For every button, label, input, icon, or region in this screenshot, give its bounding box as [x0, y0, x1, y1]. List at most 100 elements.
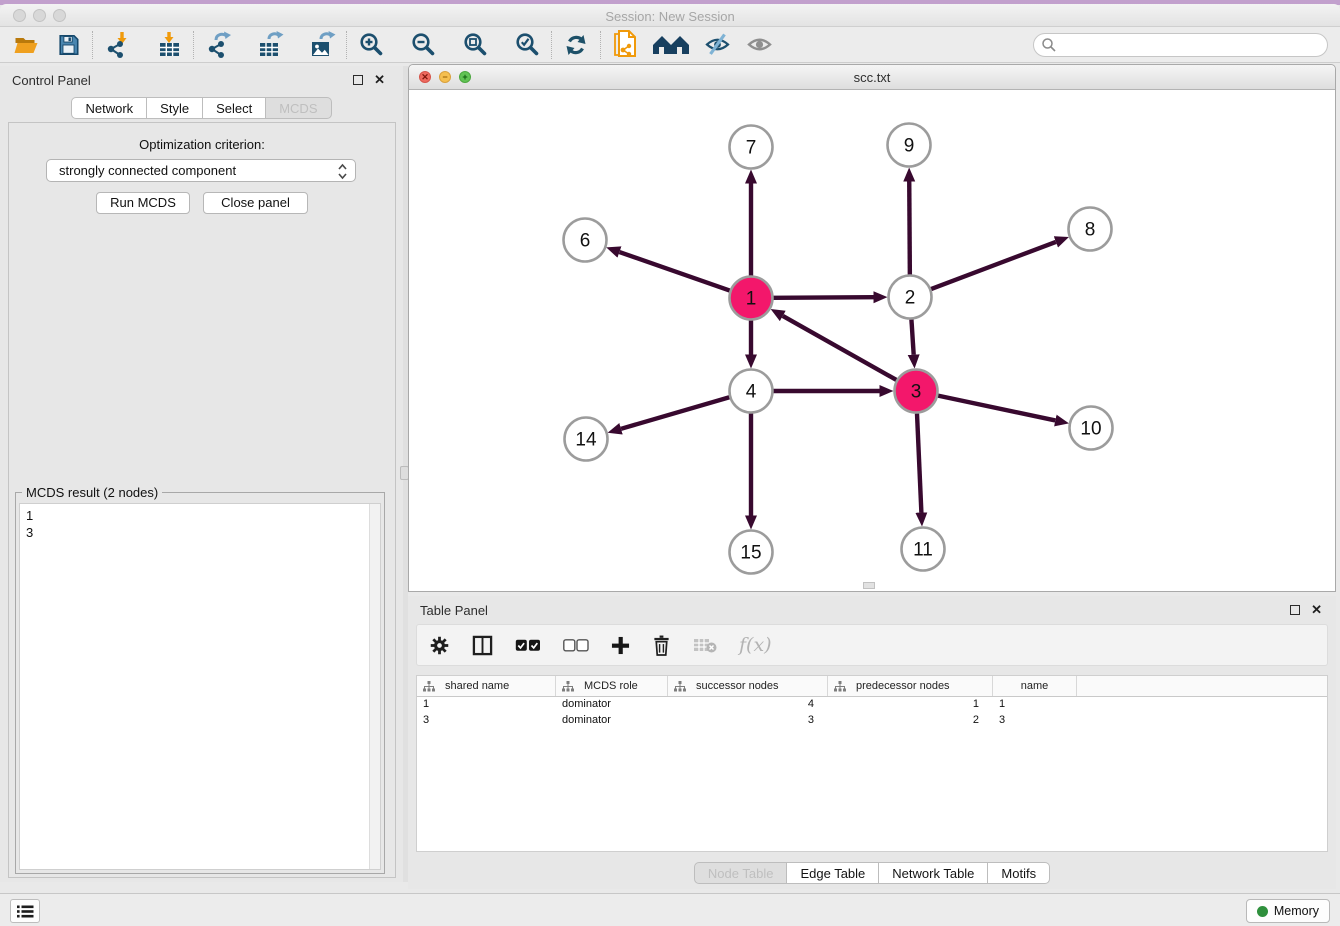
table-body: 1dominator4113dominator323 [417, 697, 1327, 729]
table-panel: Table Panel [408, 596, 1336, 889]
zoom-selected-icon[interactable] [511, 30, 543, 60]
table-panel-title: Table Panel [420, 603, 488, 618]
graph-edge-3-11[interactable] [917, 413, 921, 512]
tab-select[interactable]: Select [203, 97, 266, 119]
tab-motifs[interactable]: Motifs [988, 862, 1050, 884]
export-network-icon[interactable] [202, 30, 234, 60]
hide-eye-icon[interactable] [701, 30, 733, 60]
mcds-result-textarea[interactable]: 1 3 [19, 503, 381, 870]
task-history-button[interactable] [10, 899, 40, 923]
document-network-icon[interactable] [609, 30, 641, 60]
save-session-button[interactable] [52, 30, 84, 60]
export-image-icon[interactable] [306, 30, 338, 60]
memory-button[interactable]: Memory [1246, 899, 1330, 923]
criterion-dropdown[interactable]: strongly connected component [46, 159, 356, 182]
graph-node-label: 9 [904, 136, 915, 157]
column-header-label: shared name [445, 680, 509, 692]
dropdown-stepper-icon [337, 163, 348, 186]
graph-node-label: 2 [905, 288, 916, 309]
close-panel-icon[interactable] [374, 72, 385, 88]
network-window: scc.txt 7968124314101511 [408, 64, 1336, 592]
tab-network-table[interactable]: Network Table [879, 862, 988, 884]
table-cell[interactable]: 1 [828, 697, 993, 713]
control-panel-tabs: Network Style Select MCDS [0, 97, 403, 119]
graph-node-label: 4 [746, 382, 757, 403]
toolbar-separator [551, 31, 552, 59]
zoom-fit-icon[interactable] [459, 30, 491, 60]
table-cell[interactable]: 1 [417, 697, 556, 713]
table-cell[interactable]: 1 [993, 697, 1077, 713]
graph-node-label: 6 [580, 231, 591, 252]
column-header-label: MCDS role [584, 680, 638, 692]
network-title: scc.txt [409, 70, 1335, 85]
close-panel-button[interactable]: Close panel [203, 192, 308, 214]
column-header-successor-nodes[interactable]: successor nodes [668, 676, 828, 696]
control-panel: Control Panel Network Style Select MCDS … [0, 66, 403, 882]
graph-edge-4-14[interactable] [621, 397, 729, 429]
float-panel-icon[interactable] [353, 75, 363, 85]
optimization-criterion-label: Optimization criterion: [9, 137, 395, 152]
graph-edge-2-3[interactable] [911, 319, 913, 354]
graph-node-label: 1 [746, 289, 757, 310]
graph-edge-3-10[interactable] [938, 396, 1055, 421]
export-table-icon[interactable] [254, 30, 286, 60]
show-eye-icon[interactable] [743, 30, 775, 60]
add-column-icon[interactable] [611, 636, 630, 655]
network-canvas[interactable]: 7968124314101511 [409, 90, 1335, 591]
network-graph[interactable]: 7968124314101511 [409, 90, 1335, 591]
table-cell[interactable]: 3 [417, 713, 556, 729]
column-header-MCDS-role[interactable]: MCDS role [556, 676, 668, 696]
graph-node-label: 15 [740, 543, 761, 564]
table-cell[interactable]: 2 [828, 713, 993, 729]
graph-edge-2-9[interactable] [909, 181, 910, 274]
table-cell[interactable]: 3 [993, 713, 1077, 729]
table-cell[interactable]: dominator [556, 713, 668, 729]
delete-table-icon-disabled [693, 637, 717, 653]
function-builder-icon-disabled: f(x) [739, 634, 772, 656]
graph-node-label: 3 [911, 382, 922, 403]
graph-edge-1-2[interactable] [773, 297, 873, 298]
column-header-label: name [1021, 680, 1049, 692]
tab-style[interactable]: Style [147, 97, 203, 119]
graph-edge-3-1[interactable] [783, 316, 897, 380]
tab-node-table[interactable]: Node Table [694, 862, 788, 884]
delete-column-icon[interactable] [652, 635, 671, 656]
float-panel-icon[interactable] [1290, 605, 1300, 615]
import-network-icon[interactable] [101, 30, 133, 60]
run-mcds-button[interactable]: Run MCDS [96, 192, 190, 214]
table-cell[interactable]: dominator [556, 697, 668, 713]
refresh-icon[interactable] [560, 30, 592, 60]
tab-mcds[interactable]: MCDS [266, 97, 331, 119]
tab-network[interactable]: Network [71, 97, 147, 119]
homes-icon[interactable] [651, 30, 691, 60]
scrollbar-track[interactable] [369, 504, 380, 869]
table-row[interactable]: 3dominator323 [417, 713, 1327, 729]
graph-edge-2-8[interactable] [931, 242, 1056, 289]
import-table-icon[interactable] [153, 30, 185, 60]
table-cell[interactable]: 3 [668, 713, 828, 729]
open-session-button[interactable] [10, 30, 42, 60]
column-view-icon[interactable] [472, 635, 493, 656]
table-row[interactable]: 1dominator411 [417, 697, 1327, 713]
memory-status-icon [1257, 906, 1268, 917]
graph-node-label: 11 [913, 540, 933, 561]
search-input[interactable] [1033, 33, 1328, 57]
table-cell[interactable]: 4 [668, 697, 828, 713]
titlebar: Session: New Session [0, 4, 1340, 27]
column-header-predecessor-nodes[interactable]: predecessor nodes [828, 676, 993, 696]
main-toolbar [0, 27, 1340, 63]
splitter-handle[interactable] [863, 582, 875, 589]
select-all-columns-icon[interactable] [515, 639, 541, 652]
zoom-in-icon[interactable] [355, 30, 387, 60]
close-panel-icon[interactable] [1311, 602, 1322, 618]
table-settings-gear-icon[interactable] [429, 635, 450, 656]
network-window-titlebar[interactable]: scc.txt [409, 65, 1335, 90]
zoom-out-icon[interactable] [407, 30, 439, 60]
column-header-name[interactable]: name [993, 676, 1077, 696]
column-header-shared-name[interactable]: shared name [417, 676, 556, 696]
deselect-all-columns-icon[interactable] [563, 639, 589, 652]
graph-edge-1-6[interactable] [619, 252, 729, 291]
column-header-label: predecessor nodes [856, 680, 950, 692]
tab-edge-table[interactable]: Edge Table [787, 862, 879, 884]
graph-node-label: 10 [1080, 419, 1101, 440]
